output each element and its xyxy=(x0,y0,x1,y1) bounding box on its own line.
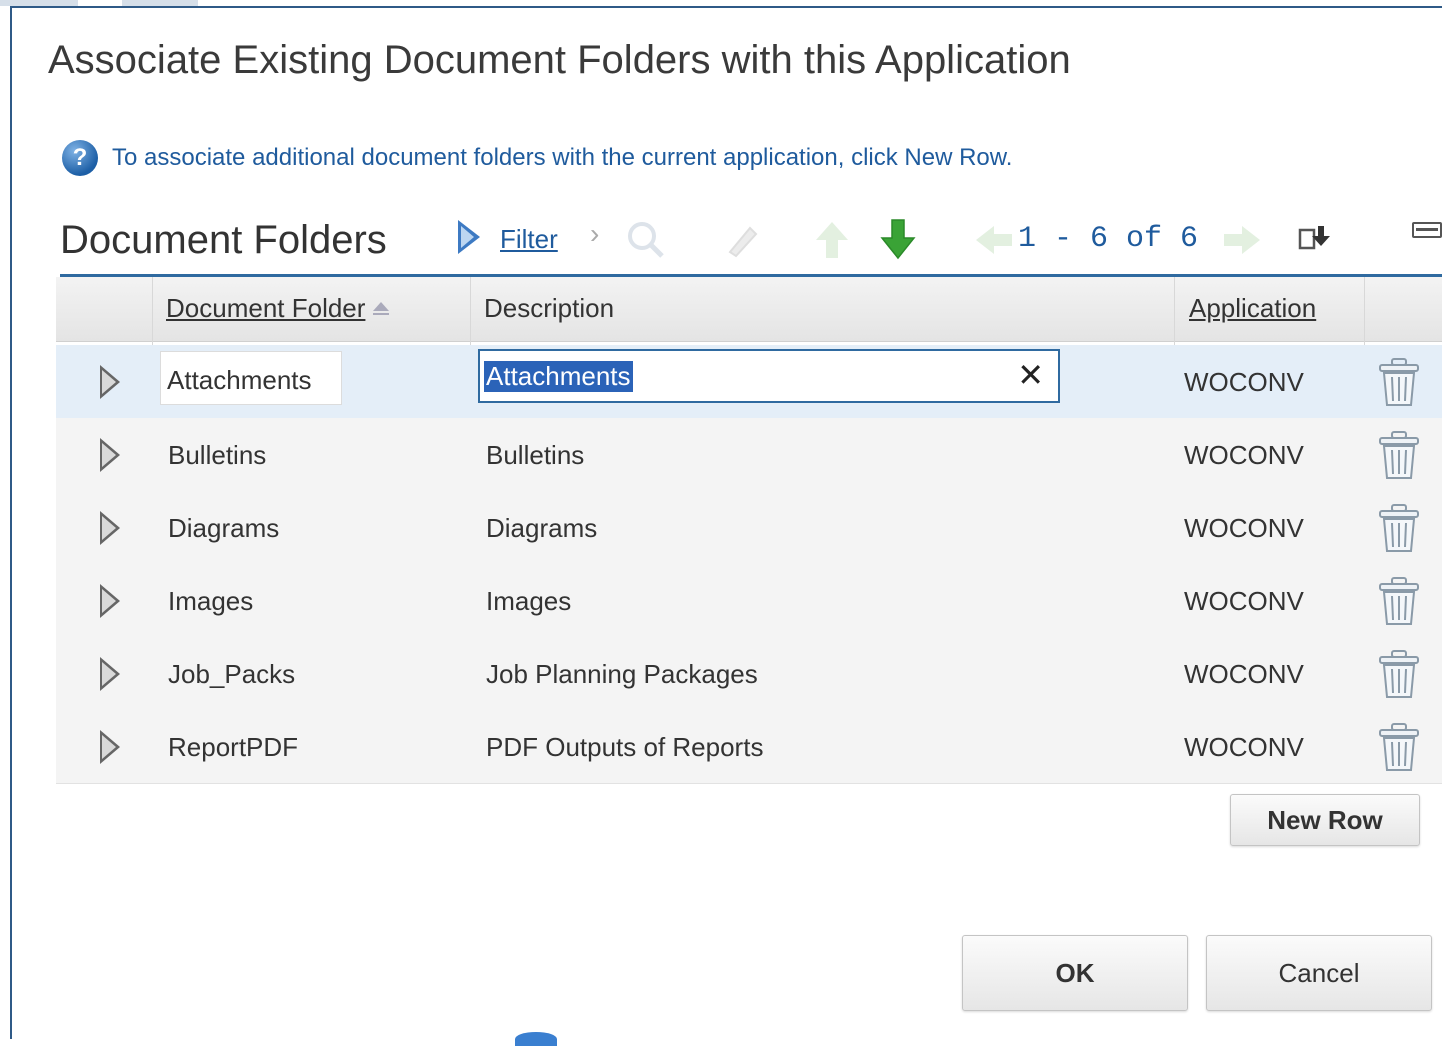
cancel-button[interactable]: Cancel xyxy=(1206,935,1432,1011)
column-header-description: Description xyxy=(484,293,615,323)
expand-row-icon[interactable] xyxy=(100,511,120,545)
table-toolbar: Document Folders Filter › 1 - 6 of 6 xyxy=(60,210,1442,276)
description-value: Bulletins xyxy=(486,440,585,470)
delete-row-icon[interactable] xyxy=(1376,576,1422,628)
document-folder-value: Images xyxy=(168,586,254,616)
search-icon[interactable] xyxy=(624,218,668,262)
help-text: To associate additional document folders… xyxy=(112,144,1013,171)
table-title: Document Folders xyxy=(60,218,387,262)
window-top-strip xyxy=(0,0,1442,8)
application-value: WOCONV xyxy=(1184,440,1304,470)
delete-row-icon[interactable] xyxy=(1376,649,1422,701)
table-row[interactable]: Bulletins Bulletins WOCONV xyxy=(56,418,1442,492)
delete-row-icon[interactable] xyxy=(1376,503,1422,555)
expand-row-icon[interactable] xyxy=(100,657,120,691)
help-icon: ? xyxy=(62,140,98,176)
expand-row-icon[interactable] xyxy=(100,584,120,618)
clear-filter-icon[interactable] xyxy=(720,218,764,262)
delete-row-icon[interactable] xyxy=(1376,430,1422,482)
column-header-document-folder[interactable]: Document Folder xyxy=(166,293,390,324)
document-folder-value: Attachments xyxy=(167,365,312,395)
expand-row-icon[interactable] xyxy=(100,365,120,399)
previous-up-icon[interactable] xyxy=(810,218,854,262)
next-page-icon[interactable] xyxy=(1220,218,1264,262)
column-header-application[interactable]: Application xyxy=(1189,293,1316,324)
dialog-title: Associate Existing Document Folders with… xyxy=(48,38,1071,82)
ok-button[interactable]: OK xyxy=(962,935,1188,1011)
previous-page-icon[interactable] xyxy=(972,218,1016,262)
next-down-icon[interactable] xyxy=(876,218,920,262)
table-row[interactable]: ReportPDF PDF Outputs of Reports WOCONV xyxy=(56,710,1442,784)
document-folder-value: Bulletins xyxy=(168,440,267,470)
partial-background-icon xyxy=(515,1032,557,1046)
table-header: Document Folder Description Application xyxy=(56,277,1442,342)
expand-row-icon[interactable] xyxy=(100,730,120,764)
description-input[interactable]: Attachments ✕ xyxy=(478,349,1060,403)
table-row[interactable]: Diagrams Diagrams WOCONV xyxy=(56,491,1442,565)
clear-input-icon[interactable]: ✕ xyxy=(1017,359,1044,391)
table-row[interactable]: Images Images WOCONV xyxy=(56,564,1442,638)
download-icon[interactable] xyxy=(1296,220,1336,260)
document-folder-value: Job_Packs xyxy=(168,659,296,689)
minimize-icon[interactable] xyxy=(1412,222,1442,238)
application-value: WOCONV xyxy=(1184,732,1304,762)
application-value: WOCONV xyxy=(1184,367,1304,397)
sort-ascending-icon[interactable] xyxy=(373,301,390,315)
description-value: PDF Outputs of Reports xyxy=(486,732,764,762)
pager-text: 1 - 6 of 6 xyxy=(1018,222,1199,256)
application-value: WOCONV xyxy=(1184,513,1304,543)
column-header-label: Document Folder xyxy=(166,293,366,323)
document-folder-value: Diagrams xyxy=(168,513,280,543)
description-value: Diagrams xyxy=(486,513,598,543)
description-value: Job Planning Packages xyxy=(486,659,758,689)
document-folder-value: ReportPDF xyxy=(168,732,299,762)
dialog-left-border xyxy=(10,6,12,1039)
new-row-button[interactable]: New Row xyxy=(1230,794,1420,846)
description-value: Images xyxy=(486,586,572,616)
table-row-selected[interactable]: Attachments Attachments ✕ WOCONV xyxy=(56,345,1442,419)
description-input-value[interactable]: Attachments xyxy=(484,361,633,392)
application-value: WOCONV xyxy=(1184,586,1304,616)
dialog-top-border xyxy=(10,6,1442,8)
filter-arrow-icon[interactable] xyxy=(458,220,480,254)
delete-row-icon[interactable] xyxy=(1376,722,1422,774)
filter-link[interactable]: Filter xyxy=(500,224,558,255)
application-value: WOCONV xyxy=(1184,659,1304,689)
table-row[interactable]: Job_Packs Job Planning Packages WOCONV xyxy=(56,637,1442,711)
document-folder-cell: Attachments xyxy=(160,351,342,405)
delete-row-icon[interactable] xyxy=(1376,357,1422,409)
chevron-right-icon[interactable]: › xyxy=(590,218,599,250)
expand-row-icon[interactable] xyxy=(100,438,120,472)
